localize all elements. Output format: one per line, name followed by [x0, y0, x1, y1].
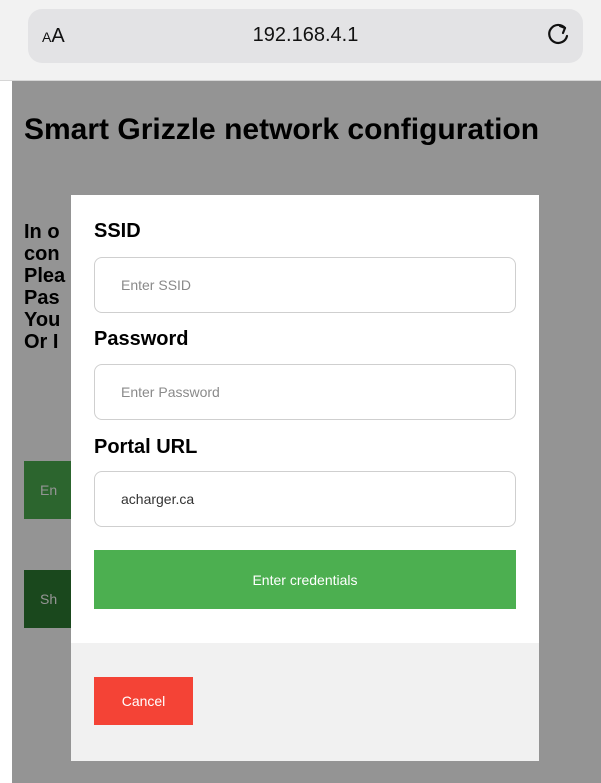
browser-address-bar: AA 192.168.4.1: [0, 0, 601, 81]
url-text[interactable]: 192.168.4.1: [28, 24, 583, 47]
password-input[interactable]: [94, 364, 516, 420]
portal-url-input[interactable]: [94, 471, 516, 527]
modal-body: SSID Password Portal URL Enter credentia…: [71, 195, 539, 643]
ssid-label: SSID: [94, 220, 141, 242]
modal-footer: Cancel: [71, 643, 539, 761]
cancel-button[interactable]: Cancel: [94, 677, 193, 725]
reload-icon[interactable]: [543, 19, 573, 49]
portal-url-label: Portal URL: [94, 436, 198, 458]
ssid-input[interactable]: [94, 257, 516, 313]
password-label: Password: [94, 328, 189, 350]
credentials-modal: SSID Password Portal URL Enter credentia…: [71, 195, 539, 761]
enter-credentials-button[interactable]: Enter credentials: [94, 550, 516, 609]
url-field[interactable]: AA 192.168.4.1: [28, 9, 583, 63]
